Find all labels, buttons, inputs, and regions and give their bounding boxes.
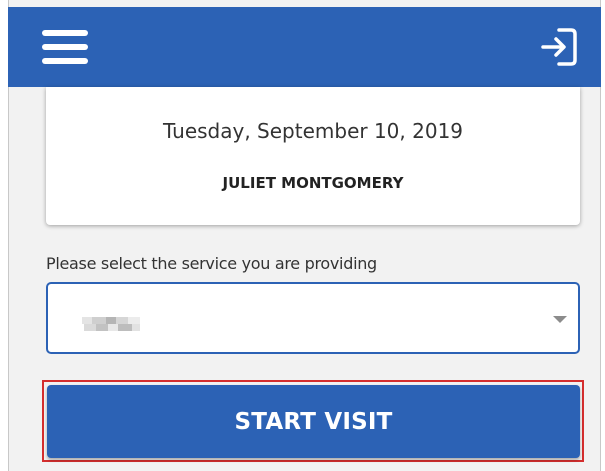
caret-down-icon: [553, 316, 567, 323]
hamburger-menu-icon[interactable]: [42, 27, 88, 67]
service-select-label: Please select the service you are provid…: [46, 254, 377, 273]
visit-date: Tuesday, September 10, 2019: [162, 119, 464, 143]
client-name: JULIET MONTGOMERY: [222, 174, 404, 192]
service-select-dropdown[interactable]: [46, 282, 580, 354]
app-frame: Tuesday, September 10, 2019 JULIET MONTG…: [0, 0, 605, 471]
logout-icon[interactable]: [535, 24, 581, 70]
start-visit-label: START VISIT: [234, 408, 393, 435]
start-visit-button[interactable]: START VISIT: [47, 385, 580, 458]
top-app-bar: [8, 7, 601, 87]
obscured-selected-service: [82, 317, 140, 331]
visit-info-card: Tuesday, September 10, 2019 JULIET MONTG…: [46, 87, 580, 225]
